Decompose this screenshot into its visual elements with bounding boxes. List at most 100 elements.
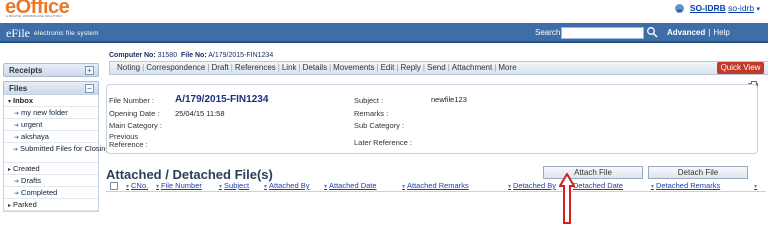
computer-no-label: Computer No: [109, 52, 156, 59]
tab-send[interactable]: Send [426, 62, 447, 74]
user-icon [675, 4, 685, 14]
file-details-panel: File Number : A/179/2015-FIN1234 Opening… [106, 84, 758, 154]
header-divider [106, 191, 766, 192]
column-detached-remarks[interactable]: ▾ Detached Remarks [651, 181, 720, 190]
column-detached-date[interactable]: ▾Detached Date [568, 181, 623, 190]
sort-icon: ▾ [508, 184, 512, 190]
expand-icon[interactable]: + [85, 66, 94, 75]
chevron-down-icon: ▾ [754, 184, 758, 190]
column-cno[interactable]: ▾ CNo. [126, 181, 148, 190]
tab-divider: | [494, 63, 497, 72]
detach-file-button[interactable]: Detach File [648, 166, 748, 179]
sort-icon: ▾ [651, 184, 655, 190]
arrow-right-icon: ➔ [13, 147, 19, 153]
sidebar-item-akshaya[interactable]: ➔ akshaya [4, 131, 98, 143]
sidebar-item-created[interactable]: ▸ Created [4, 163, 98, 175]
sidebar-item-inbox[interactable]: ▾ Inbox [4, 95, 98, 107]
tab-divider: | [142, 63, 145, 72]
chevron-down-icon[interactable]: ▾ [756, 6, 760, 13]
file-number-value: A/179/2015-FIN1234 [175, 94, 269, 105]
tab-draft[interactable]: Draft [210, 62, 229, 74]
file-number-label: File Number : [109, 96, 155, 105]
tab-correspondence[interactable]: Correspondence [145, 62, 206, 74]
sidebar-item-label: urgent [21, 120, 43, 129]
column-attached-by[interactable]: ▾ Attached By [264, 181, 309, 190]
computer-no-value: 31580 [157, 52, 178, 59]
sidebar-item-my-new-folder[interactable]: ➔ my new folder [4, 107, 98, 119]
column-detached-by[interactable]: ▾ Detached By [508, 181, 556, 190]
tab-divider: | [207, 63, 210, 72]
top-bar: eFile electronic file system Search Advan… [0, 23, 768, 43]
sidebar-item-label: Drafts [21, 176, 42, 185]
sidebar-item-submitted-files[interactable]: ➔ Submitted Files for Closing Approval [4, 143, 141, 163]
sort-icon: ▾ [264, 184, 268, 190]
column-label: Detached Date [573, 181, 624, 190]
triangle-down-icon: ▾ [8, 99, 12, 105]
sidebar-item-label: Completed [21, 188, 58, 197]
sidebar-item-completed[interactable]: ➔ Completed [4, 187, 98, 199]
user-menu[interactable]: SO-IDRB so-idrb ▾ [675, 3, 760, 14]
action-tabs: Noting | Correspondence | Draft | References | L… [109, 61, 768, 75]
tab-noting[interactable]: Noting [116, 62, 141, 74]
search-input[interactable] [561, 27, 644, 39]
quick-view-button[interactable]: Quick View [717, 62, 764, 74]
tab-details[interactable]: Details [302, 62, 328, 74]
column-menu-icon[interactable]: ▾ [754, 181, 759, 190]
column-subject[interactable]: ▾ Subject [219, 181, 249, 190]
tab-divider: | [329, 63, 332, 72]
tab-movements[interactable]: Movements [332, 62, 375, 74]
column-attached-remarks[interactable]: ▾ Attached Remarks [402, 181, 469, 190]
sidebar-files-list: ▾ Inbox ➔ my new folder ➔ urgent ➔ akshaya ➔… [3, 94, 141, 212]
sidebar-item-label: akshaya [21, 132, 49, 141]
column-file-number[interactable]: ▾ File Number [156, 181, 202, 190]
sidebar-item-label: Inbox [13, 96, 34, 105]
arrow-right-icon: ➔ [14, 179, 20, 185]
sidebar: Receipts + Files − ▾ Inbox ➔ my new folder… [0, 0, 141, 212]
sidebar-item-drafts[interactable]: ➔ Drafts [4, 175, 98, 187]
tab-divider: | [230, 63, 233, 72]
column-label: CNo. [131, 181, 149, 190]
column-label: Detached By [513, 181, 556, 190]
user-login-link[interactable]: so-idrb [728, 3, 754, 13]
sort-icon: ▾ [219, 184, 223, 190]
file-no-value: A/179/2015-FIN1234 [208, 52, 274, 59]
tab-link[interactable]: Link [281, 62, 298, 74]
tab-edit[interactable]: Edit [380, 62, 396, 74]
search-icon[interactable] [645, 26, 659, 40]
column-label: File Number [161, 181, 202, 190]
arrow-right-icon: ➔ [14, 111, 20, 117]
help-link[interactable]: Help [713, 28, 729, 37]
remarks-label: Remarks : [354, 109, 389, 118]
attach-file-button[interactable]: Attach File [543, 166, 643, 179]
collapse-icon[interactable]: − [85, 84, 94, 93]
sidebar-item-urgent[interactable]: ➔ urgent [4, 119, 98, 131]
sidebar-receipts-header[interactable]: Receipts + [3, 63, 99, 77]
file-no-label: File No: [180, 52, 207, 59]
attached-detached-title: Attached / Detached File(s) [106, 167, 273, 182]
header-separator: | [708, 28, 711, 37]
header-links: Advanced | Help [667, 28, 730, 37]
arrow-right-icon: ➔ [14, 191, 20, 197]
sidebar-receipts-label: Receipts [9, 66, 43, 75]
advanced-search-link[interactable]: Advanced [667, 28, 705, 37]
tab-divider: | [376, 63, 379, 72]
tab-more[interactable]: More [497, 62, 517, 74]
sub-category-label: Sub Category : [354, 121, 405, 130]
opening-date-value: 25/04/15 11:58 [175, 109, 225, 118]
tab-divider: | [422, 63, 425, 72]
triangle-right-icon: ▸ [8, 167, 12, 173]
tab-attachment[interactable]: Attachment [451, 62, 493, 74]
main-category-label: Main Category : [109, 121, 162, 130]
user-name-link[interactable]: SO-IDRB [690, 3, 726, 13]
column-attached-date[interactable]: ▾ Attached Date [324, 181, 377, 190]
sidebar-files-header[interactable]: Files − [3, 81, 99, 95]
arrow-right-icon: ➔ [14, 123, 20, 129]
later-reference-label: Later Reference : [354, 138, 412, 147]
tab-references[interactable]: References [234, 62, 277, 74]
tab-divider: | [277, 63, 280, 72]
select-all-checkbox[interactable] [110, 182, 118, 190]
sidebar-item-label: Parked [13, 200, 37, 209]
tab-reply[interactable]: Reply [399, 62, 421, 74]
sidebar-item-parked[interactable]: ▸ Parked [4, 199, 98, 211]
previous-reference-label: Previous Reference : [109, 132, 148, 149]
